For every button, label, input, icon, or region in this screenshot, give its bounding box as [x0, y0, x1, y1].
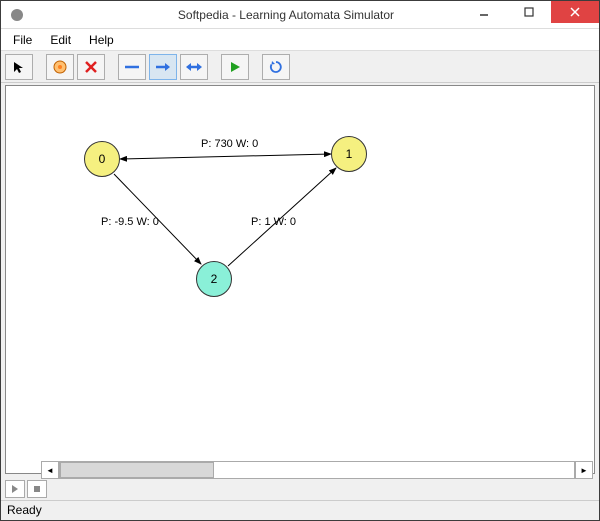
- line-tool-button[interactable]: [118, 54, 146, 80]
- arrow-right-tool-button[interactable]: [149, 54, 177, 80]
- window-controls: [461, 1, 599, 23]
- arrow-both-tool-button[interactable]: [180, 54, 208, 80]
- close-button[interactable]: [551, 1, 599, 23]
- playback-play-button[interactable]: [5, 480, 25, 498]
- horizontal-scrollbar: ◄ ►: [41, 461, 593, 479]
- edge-label: P: 1 W: 0: [251, 216, 296, 228]
- toolbar: [1, 51, 599, 83]
- play-button[interactable]: [221, 54, 249, 80]
- menu-edit[interactable]: Edit: [42, 31, 79, 49]
- app-icon: [9, 7, 25, 23]
- pointer-tool-button[interactable]: [5, 54, 33, 80]
- node-2[interactable]: 2: [196, 261, 232, 297]
- edge-label: P: -9.5 W: 0: [101, 216, 159, 228]
- node-label: 0: [99, 152, 106, 166]
- scroll-left-button[interactable]: ◄: [41, 461, 59, 479]
- app-window: Softpedia - Learning Automata Simulator …: [0, 0, 600, 521]
- maximize-button[interactable]: [506, 1, 551, 23]
- delete-button[interactable]: [77, 54, 105, 80]
- scroll-right-button[interactable]: ►: [575, 461, 593, 479]
- menu-help[interactable]: Help: [81, 31, 122, 49]
- menu-file[interactable]: File: [5, 31, 40, 49]
- node-label: 1: [346, 147, 353, 161]
- scroll-track[interactable]: [59, 461, 575, 479]
- node-1[interactable]: 1: [331, 136, 367, 172]
- scroll-thumb[interactable]: [60, 462, 214, 478]
- playback-bar: [5, 480, 47, 498]
- statusbar: Ready: [1, 500, 599, 520]
- playback-stop-button[interactable]: [27, 480, 47, 498]
- reset-button[interactable]: [262, 54, 290, 80]
- status-text: Ready: [7, 503, 42, 517]
- node-label: 2: [211, 272, 218, 286]
- node-0[interactable]: 0: [84, 141, 120, 177]
- menubar: File Edit Help: [1, 29, 599, 51]
- edge-label: P: 730 W: 0: [201, 138, 258, 150]
- titlebar: Softpedia - Learning Automata Simulator: [1, 1, 599, 29]
- minimize-button[interactable]: [461, 1, 506, 23]
- add-node-button[interactable]: [46, 54, 74, 80]
- canvas[interactable]: 0 1 2 P: 730 W: 0 P: -9.5 W: 0 P: 1 W: 0: [5, 85, 595, 474]
